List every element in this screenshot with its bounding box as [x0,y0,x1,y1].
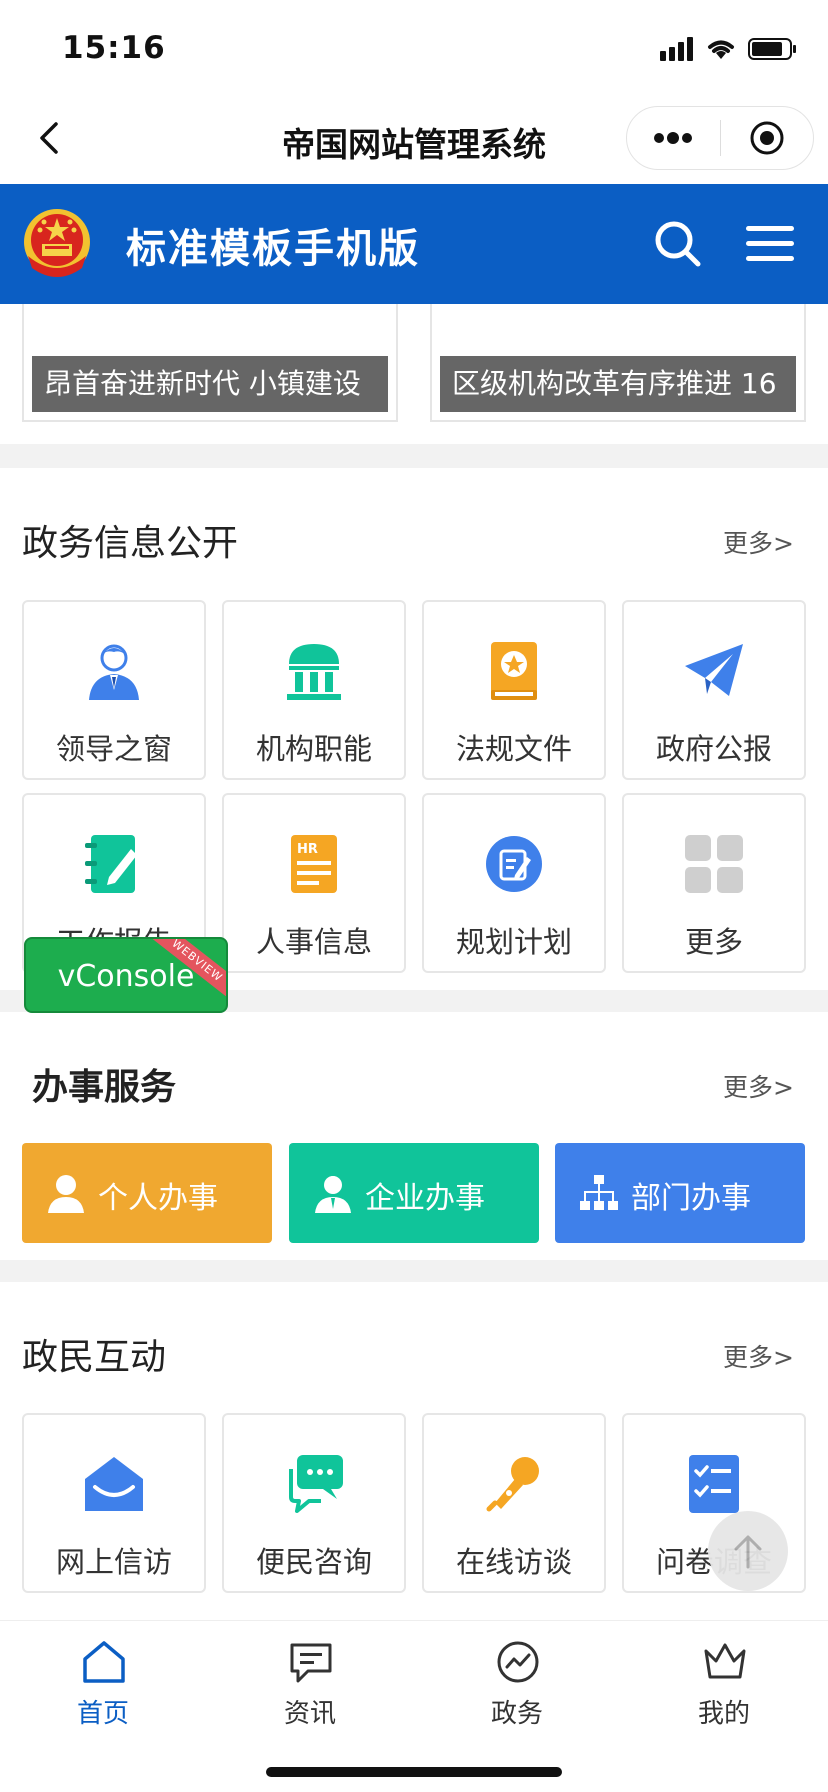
home-indicator [266,1767,562,1777]
regulation-book-icon [491,642,537,700]
more-link[interactable]: 更多> [723,1338,794,1374]
home-icon [83,1641,125,1683]
department-services-button[interactable]: 部门办事 [555,1143,805,1243]
news-card[interactable]: 昂首奋进新时代 小镇建设 [22,304,398,422]
services-header: 办事服务 更多> [0,1052,828,1112]
back-to-top-button[interactable] [708,1511,788,1591]
more-link[interactable]: 更多> [723,1068,794,1104]
tile-label: 政府公报 [655,732,772,766]
tile-regulations[interactable]: 法规文件 [422,600,606,780]
section-title: 办事服务 [32,1067,177,1108]
wifi-icon [708,40,734,59]
close-program-button[interactable] [721,107,814,169]
news-card-caption: 区级机构改革有序推进 16 [440,356,796,412]
envelope-icon [85,1457,143,1511]
tile-label: 人事信息 [255,925,372,959]
service-label: 部门办事 [631,1181,751,1216]
tab-news[interactable]: 资讯 [250,1631,370,1741]
org-chart-icon [580,1175,618,1210]
tile-planning[interactable]: 规划计划 [422,793,606,973]
trend-icon [497,1641,539,1683]
tile-leader-window[interactable]: 领导之窗 [22,600,206,780]
grid-more-icon [685,835,743,893]
tile-label: 法规文件 [455,732,572,766]
person-icon [48,1175,84,1213]
section-title: 政民互动 [22,1337,167,1378]
tab-label: 资讯 [283,1699,336,1729]
tab-label: 政务 [490,1699,543,1729]
section-divider [0,1260,828,1282]
paper-plane-icon [685,644,743,696]
tab-mine[interactable]: 我的 [664,1631,784,1741]
service-label: 个人办事 [98,1181,218,1216]
tile-gov-bulletin[interactable]: 政府公报 [622,600,806,780]
tile-personnel-info[interactable]: HR 人事信息 [222,793,406,973]
report-notebook-icon [85,835,137,893]
microphone-icon [486,1457,539,1512]
tab-home[interactable]: 首页 [43,1631,163,1741]
tile-institution-function[interactable]: 机构职能 [222,600,406,780]
national-emblem-logo [24,209,90,277]
mini-program-navbar: 帝国网站管理系统 [0,96,828,184]
crown-icon [704,1643,746,1679]
more-link[interactable]: 更多> [723,524,794,560]
business-person-icon [315,1176,351,1213]
service-label: 企业办事 [365,1181,485,1216]
hamburger-menu-icon[interactable] [744,222,796,266]
status-time: 15:16 [62,30,166,66]
chat-bubbles-icon [289,1455,343,1513]
hr-document-icon: HR [291,835,337,893]
battery-icon [748,38,796,60]
bottom-tab-bar: 首页 资讯 政务 我的 [0,1620,828,1792]
leader-icon [89,644,139,700]
tile-label: 在线访谈 [455,1545,572,1579]
tile-more[interactable]: 更多 [622,793,806,973]
gov-info-header: 政务信息公开 更多> [0,508,828,568]
arrow-up-icon [734,1535,762,1569]
signal-icon [660,37,693,61]
interaction-header: 政民互动 更多> [0,1322,828,1382]
search-icon[interactable] [652,218,704,270]
news-card[interactable]: 区级机构改革有序推进 16 [430,304,806,422]
svg-text:HR: HR [297,842,318,857]
more-dots-icon [654,132,693,144]
site-title: 标准模板手机版 [126,226,420,272]
news-card-caption: 昂首奋进新时代 小镇建设 [32,356,388,412]
tile-consultation[interactable]: 便民咨询 [222,1413,406,1593]
enterprise-services-button[interactable]: 企业办事 [289,1143,539,1243]
tab-label: 我的 [697,1699,750,1729]
tile-online-petition[interactable]: 网上信访 [22,1413,206,1593]
tile-label: 领导之窗 [55,732,172,766]
tile-label: 便民咨询 [255,1545,372,1579]
tab-label: 首页 [76,1699,129,1729]
news-carousel: 昂首奋进新时代 小镇建设 区级机构改革有序推进 16 [0,304,828,444]
plan-edit-icon [486,836,542,892]
tile-label: 网上信访 [55,1545,172,1579]
personal-services-button[interactable]: 个人办事 [22,1143,272,1243]
tab-government[interactable]: 政务 [457,1631,577,1741]
vconsole-button[interactable]: vConsole WEBVIEW [24,937,228,1013]
tile-label: 规划计划 [455,925,572,959]
institution-icon [287,644,341,700]
tile-online-interview[interactable]: 在线访谈 [422,1413,606,1593]
target-close-icon [750,121,784,155]
checklist-icon [689,1455,739,1513]
more-options-button[interactable] [627,107,720,169]
site-header: 标准模板手机版 [0,184,828,304]
tile-label: 更多 [684,925,743,959]
message-icon [290,1643,332,1683]
section-divider [0,444,828,468]
tile-label: 机构职能 [255,732,372,766]
status-icons [660,34,798,64]
menu-capsule [626,106,814,170]
status-bar: 15:16 [0,0,828,96]
section-title: 政务信息公开 [22,523,239,564]
